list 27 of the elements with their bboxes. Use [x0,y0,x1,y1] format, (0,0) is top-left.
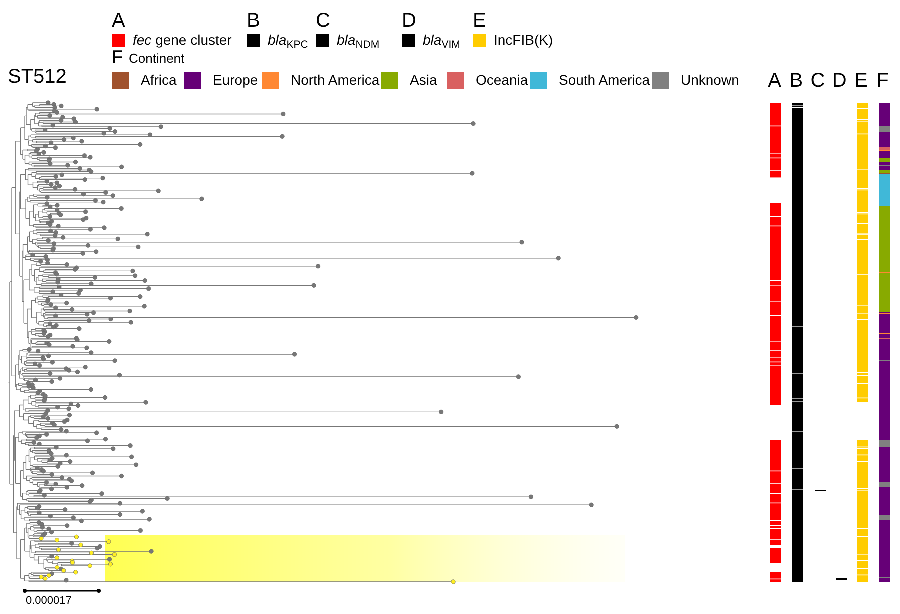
legend-label: South America [559,71,650,90]
legend-label: North America [291,71,380,90]
track-header: F [876,70,890,94]
track-header: B [788,70,804,94]
legend-letter: C [316,10,332,32]
legend-letter: B [247,10,262,32]
legend-label: Unknown [681,71,740,90]
legend-label: IncFIB(K) [494,32,554,48]
legend-letter: D [402,10,418,32]
legend-title: Continent [129,52,185,66]
legend-label: fec gene cluster [133,32,232,48]
legend-label: bla$_{NDM}$ [337,32,380,48]
track-header: A [767,70,782,94]
legend-label: Oceania [476,71,528,90]
legend-label: Europe [213,71,258,90]
legend-letter: F [112,48,123,66]
legend-letter: E [473,10,488,32]
legend-label: bla$_{KPC}$ [268,32,308,48]
legend-label: bla$_{VIM}$ [423,32,460,48]
scale-label: 0.000017 [26,595,72,607]
tree-title: ST512 [7,65,68,90]
track-header: E [854,70,869,94]
track-header: C [810,70,826,94]
legend-label: Asia [410,71,438,90]
legend-letter: A [112,10,126,32]
legend-label: Africa [141,71,177,90]
track-header: D [831,70,848,94]
